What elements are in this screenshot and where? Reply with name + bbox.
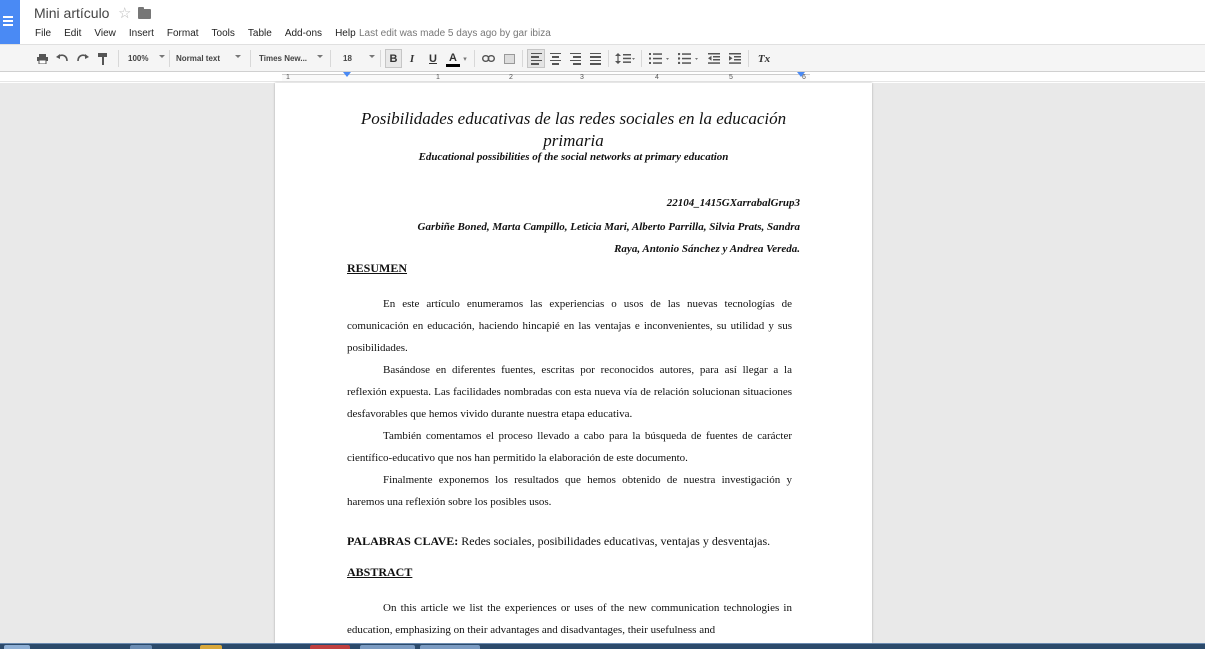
align-center-icon [549,52,561,65]
resumen-paragraph-4: Finalmente exponemos los resultados que … [347,474,792,508]
ruler-mark: 5 [729,74,733,81]
bold-button[interactable]: B [385,49,402,68]
document-title[interactable]: Mini artículo [34,5,109,21]
resumen-paragraph-1: En este artículo enumeramos las experien… [347,298,792,354]
font-select[interactable]: Times New... [259,49,323,68]
document-canvas: Posibilidades educativas de las redes so… [0,83,1205,643]
align-right-icon [569,52,581,65]
underline-button[interactable]: U [426,49,440,68]
keywords: PALABRAS CLAVE: Redes sociales, posibili… [347,534,792,549]
menu-addons[interactable]: Add-ons [285,28,322,39]
resumen-paragraph-2: Basándose en diferentes fuentes, escrita… [347,364,792,420]
clear-formatting-button[interactable]: Tx [756,49,772,68]
right-indent-marker-icon[interactable] [797,72,805,77]
menu-help[interactable]: Help [335,28,356,39]
align-left-icon [530,52,542,65]
folder-icon[interactable] [138,7,151,19]
redo-icon[interactable] [76,49,90,68]
taskbar-app-icon[interactable] [420,645,480,649]
align-right-button[interactable] [568,49,582,68]
document-page[interactable]: Posibilidades educativas de las redes so… [275,83,872,643]
ruler-mark: 1 [286,74,290,81]
left-indent-marker-icon[interactable] [343,72,351,77]
menu-format[interactable]: Format [167,28,199,39]
font-value: Times New... [259,54,308,63]
justify-button[interactable] [588,49,602,68]
last-edit-link[interactable]: Last edit was made 5 days ago by gar ibi… [359,28,551,39]
link-icon[interactable] [481,49,495,68]
start-button[interactable] [4,645,30,649]
docs-logo-icon[interactable] [0,0,20,44]
font-size-value: 18 [343,54,352,63]
menu-file[interactable]: File [35,28,51,39]
authors: Garbiñe Boned, Marta Campillo, Leticia M… [347,216,801,260]
menu-bar: File Edit View Insert Format Tools Table… [35,28,369,39]
italic-button[interactable]: I [405,49,419,68]
ruler: 1 1 2 3 4 5 6 [0,72,1205,82]
resumen-heading: RESUMEN [347,261,408,275]
menu-view[interactable]: View [94,28,116,39]
ruler-mark: 3 [580,74,584,81]
line-spacing-button[interactable] [614,49,636,68]
paint-format-icon[interactable] [96,49,110,68]
keywords-text: Redes sociales, posibilidades educativas… [458,534,771,548]
ruler-mark: 1 [436,74,440,81]
text-color-letter: A [449,51,457,64]
align-center-button[interactable] [548,49,562,68]
menu-edit[interactable]: Edit [64,28,81,39]
bulleted-list-button[interactable] [677,49,701,68]
document-subtitle: Educational possibilities of the social … [418,151,729,163]
document-main-title: Posibilidades educativas de las redes so… [360,109,787,150]
star-icon[interactable]: ☆ [118,4,131,22]
keywords-label: PALABRAS CLAVE: [347,534,459,548]
abstract-heading: ABSTRACT [347,565,413,579]
zoom-value: 100% [128,54,149,63]
menu-tools[interactable]: Tools [212,28,235,39]
justify-icon [589,52,601,65]
taskbar-app-icon[interactable] [130,645,152,649]
menu-table[interactable]: Table [248,28,272,39]
increase-indent-icon[interactable] [728,49,742,68]
print-icon[interactable] [35,49,49,68]
taskbar-app-icon[interactable] [310,645,350,649]
app-header: Mini artículo ☆ File Edit View Insert Fo… [0,0,1205,44]
style-select[interactable]: Normal text [176,49,241,68]
numbered-list-button[interactable] [648,49,672,68]
align-left-button[interactable] [527,49,545,68]
ruler-mark: 2 [509,74,513,81]
ruler-track: 1 1 2 3 4 5 6 [282,74,810,81]
text-color-chevron-icon[interactable]: ▾ [461,49,469,68]
font-size-select[interactable]: 18 [343,49,375,68]
text-color-button[interactable]: A [446,49,460,68]
undo-icon[interactable] [55,49,69,68]
resumen-paragraph-3: También comentamos el proceso llevado a … [347,430,792,464]
menu-insert[interactable]: Insert [129,28,154,39]
ruler-mark: 4 [655,74,659,81]
authors-line-2: Raya, Antonio Sánchez y Andrea Vereda. [614,243,800,255]
style-value: Normal text [176,54,221,63]
group-code: 22104_1415GXarrabalGrup3 [666,197,800,209]
authors-line-1: Garbiñe Boned, Marta Campillo, Leticia M… [417,221,801,233]
toolbar: 100% Normal text Times New... 18 B I U A… [0,44,1205,72]
zoom-select[interactable]: 100% [128,49,165,68]
taskbar-app-icon[interactable] [360,645,415,649]
abstract-paragraph-1: On this article we list the experiences … [347,602,792,636]
os-taskbar [0,643,1205,649]
decrease-indent-icon[interactable] [707,49,721,68]
comment-icon[interactable] [502,49,516,68]
taskbar-app-icon[interactable] [200,645,222,649]
